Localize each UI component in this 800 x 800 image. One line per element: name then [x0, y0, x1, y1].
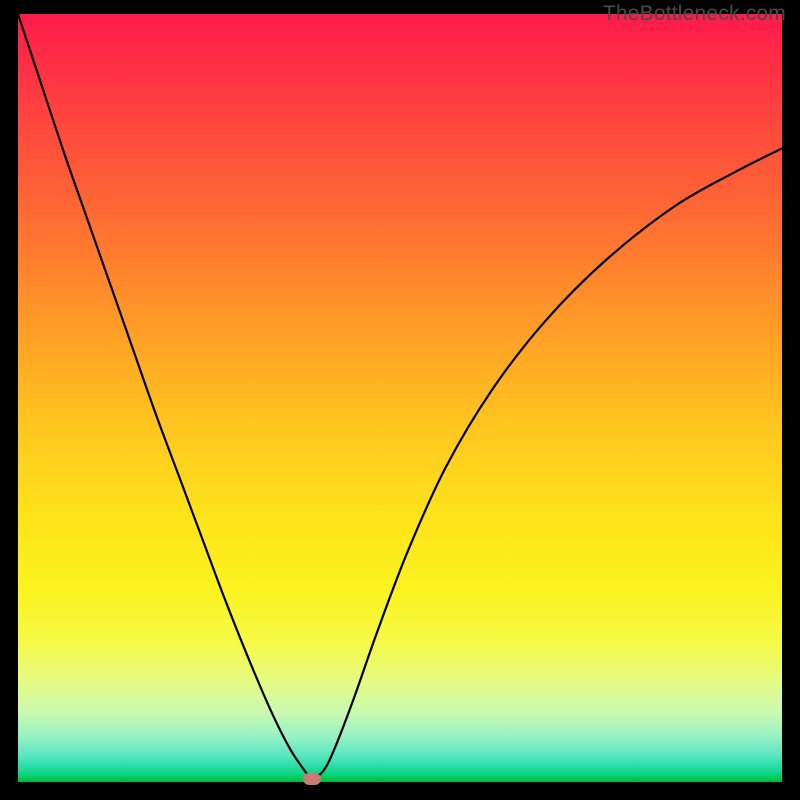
bottleneck-curve — [18, 14, 782, 778]
plot-area — [18, 14, 782, 782]
watermark-text: TheBottleneck.com — [603, 2, 786, 26]
curve-svg — [18, 14, 782, 782]
chart-frame: TheBottleneck.com — [0, 0, 800, 800]
optimal-point-marker — [303, 773, 321, 785]
